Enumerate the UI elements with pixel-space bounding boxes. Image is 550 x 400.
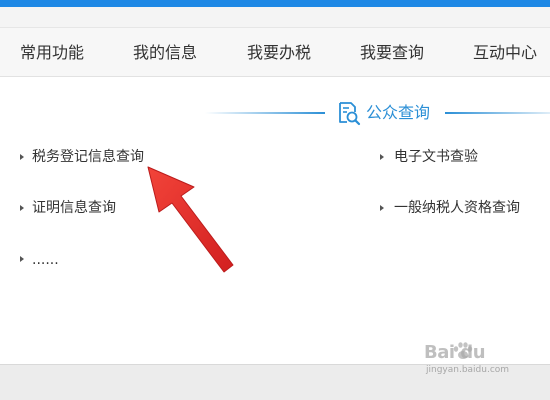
bullet-icon bbox=[380, 205, 384, 211]
bullet-icon bbox=[20, 205, 24, 211]
top-spacer bbox=[0, 7, 550, 27]
link-general-taxpayer-query[interactable]: 一般纳税人资格查询 bbox=[394, 198, 520, 218]
section-header: 公众查询 bbox=[0, 96, 550, 130]
main-nav: 常用功能 我的信息 我要办税 我要查询 互动中心 bbox=[0, 27, 550, 77]
watermark-subtext: jingyan.baidu.com bbox=[426, 365, 510, 375]
section-divider-left bbox=[205, 112, 325, 114]
search-document-icon bbox=[336, 100, 362, 126]
nav-item-tax-filing[interactable]: 我要办税 bbox=[247, 28, 311, 78]
nav-item-interaction-center[interactable]: 互动中心 bbox=[473, 28, 537, 78]
nav-item-common-functions[interactable]: 常用功能 bbox=[20, 28, 84, 78]
nav-item-my-info[interactable]: 我的信息 bbox=[133, 28, 197, 78]
paw-icon bbox=[452, 340, 474, 362]
link-e-document-verify[interactable]: 电子文书查验 bbox=[394, 147, 478, 167]
nav-item-query[interactable]: 我要查询 bbox=[360, 28, 424, 78]
link-certificate-query[interactable]: 证明信息查询 bbox=[32, 198, 116, 218]
section-divider-right bbox=[445, 112, 550, 114]
section-title: 公众查询 bbox=[366, 103, 431, 122]
bullet-icon bbox=[20, 154, 24, 160]
link-tax-registration-query[interactable]: 税务登记信息查询 bbox=[32, 147, 144, 167]
baidu-watermark: Bai du jingyan.baidu.com bbox=[424, 338, 524, 378]
link-more[interactable]: ...... bbox=[32, 250, 59, 270]
bullet-icon bbox=[20, 256, 24, 262]
top-accent-bar bbox=[0, 0, 550, 7]
bullet-icon bbox=[380, 154, 384, 160]
